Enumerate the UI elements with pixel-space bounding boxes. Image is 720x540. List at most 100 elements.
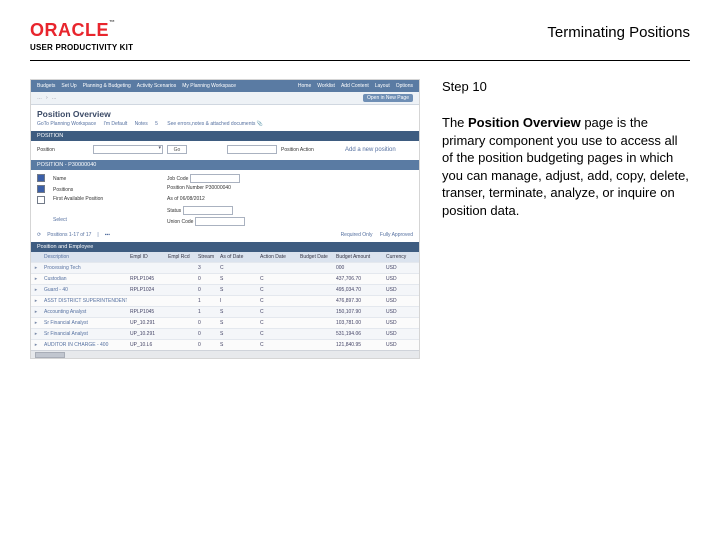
col-emplid[interactable]: Empl ID <box>127 254 165 260</box>
im-default-link[interactable]: I'm Default <box>104 121 128 127</box>
page-title: Position Overview <box>31 105 419 121</box>
nav-item[interactable]: Options <box>396 83 413 89</box>
cell: I <box>217 298 257 304</box>
table-row[interactable]: ▸Sr Financial AnalystUP_10.2910SC531,194… <box>31 328 419 339</box>
cell: ▸ <box>31 342 41 348</box>
table-header: Description Empl ID Empl Rcd Stream As o… <box>31 252 419 262</box>
cell: C <box>257 331 297 337</box>
cell: RPLP1045 <box>127 309 165 315</box>
brand-text: ORACLE <box>30 20 109 40</box>
go-button[interactable]: Go <box>167 145 187 154</box>
cell: UP_10.291 <box>127 320 165 326</box>
field-label: Status <box>167 208 181 214</box>
brand-block: ORACLE™ USER PRODUCTIVITY KIT <box>30 20 133 52</box>
asof-value: 06/08/2012 <box>180 196 205 202</box>
positions-select[interactable] <box>76 185 136 194</box>
nav-item[interactable]: My Planning Workspace <box>182 83 236 89</box>
table-row[interactable]: ▸Guard - 40RPLP10240SC495,034.70USD <box>31 284 419 295</box>
step-label: Step 10 <box>442 79 690 94</box>
nav-item[interactable]: Set Up <box>61 83 76 89</box>
cell: AUDITOR IN CHARGE - 400 <box>41 342 127 348</box>
cell: USD <box>383 320 419 326</box>
fully-approved-label: Fully Approved <box>380 232 413 238</box>
col-asof[interactable]: As of Date <box>217 254 257 260</box>
col-description[interactable]: Description <box>41 254 127 260</box>
field-label: Positions <box>53 187 73 193</box>
table-row[interactable]: ▸Sr Financial AnalystUP_10.2910SC103,781… <box>31 317 419 328</box>
cell <box>165 298 195 304</box>
open-new-page-button[interactable]: Open in New Page <box>363 94 413 102</box>
cell: ▸ <box>31 320 41 326</box>
step-description: The Position Overview page is the primar… <box>442 114 690 219</box>
cell: ▸ <box>31 309 41 315</box>
cell: 103,781.00 <box>333 320 383 326</box>
field-label: As of <box>167 196 178 202</box>
instruction-panel: Step 10 The Position Overview page is th… <box>442 79 690 359</box>
col-budgetdate[interactable]: Budget Date <box>297 254 333 260</box>
nav-item[interactable]: Budgets <box>37 83 55 89</box>
position-number-value: P30000040 <box>205 185 231 191</box>
cell: C <box>257 342 297 348</box>
jobcode-input[interactable] <box>190 174 240 183</box>
position-action-label: Position Action <box>281 147 341 153</box>
page-links: GoTo Planning Workspace I'm Default Note… <box>31 121 419 129</box>
oracle-logo: ORACLE™ <box>30 20 133 41</box>
cell: 1 <box>195 309 217 315</box>
nav-item[interactable]: Worklist <box>317 83 335 89</box>
add-new-position-link[interactable]: Add a new position <box>345 147 413 153</box>
nav-item[interactable]: Activity Scenarios <box>137 83 176 89</box>
col-stream[interactable]: Stream <box>195 254 217 260</box>
select-link[interactable]: Select <box>53 217 163 226</box>
table-body: ▸Processing Tech3C000USD▸CustodianRPLP10… <box>31 262 419 350</box>
col-actiondate[interactable]: Action Date <box>257 254 297 260</box>
cell: 0 <box>195 276 217 282</box>
table-row[interactable]: ▸Processing Tech3C000USD <box>31 262 419 273</box>
cell: 3 <box>195 265 217 271</box>
name-select[interactable] <box>69 174 129 183</box>
checkbox[interactable] <box>37 174 45 182</box>
unioncode-input[interactable] <box>195 217 245 226</box>
cell <box>257 265 297 271</box>
table-row[interactable]: ▸Accounting AnalystRPLP10451SC150,107.90… <box>31 306 419 317</box>
cell: 495,034.70 <box>333 287 383 293</box>
cell: USD <box>383 287 419 293</box>
table-row[interactable]: ▸CustodianRPLP10450SC437,706.70USD <box>31 273 419 284</box>
cell: RPLP1045 <box>127 276 165 282</box>
cell <box>297 276 333 282</box>
notes-link[interactable]: Notes <box>135 121 148 127</box>
nav-item[interactable]: Planning & Budgeting <box>83 83 131 89</box>
required-only-label: Required Only <box>341 232 373 238</box>
table-row[interactable]: ▸ASST DISTRICT SUPERINTENDENT1IC476,897.… <box>31 295 419 306</box>
cell <box>165 342 195 348</box>
nav-item[interactable]: Add Content <box>341 83 369 89</box>
cell: C <box>257 287 297 293</box>
col-emplrcd[interactable]: Empl Rcd <box>165 254 195 260</box>
cell <box>165 265 195 271</box>
notes-hint: See errors,notes & attached documents <box>167 121 255 127</box>
checkbox[interactable] <box>37 185 45 193</box>
cell: ASST DISTRICT SUPERINTENDENT <box>41 298 127 304</box>
col-currency[interactable]: Currency <box>383 254 419 260</box>
cell: USD <box>383 298 419 304</box>
checkbox[interactable] <box>37 196 45 204</box>
goto-workspace-link[interactable]: GoTo Planning Workspace <box>37 121 96 127</box>
scrollbar-thumb[interactable] <box>35 352 65 358</box>
table-row[interactable]: ▸AUDITOR IN CHARGE - 400UP_10.L60SC121,8… <box>31 339 419 350</box>
position-select[interactable] <box>93 145 163 154</box>
cell <box>165 276 195 282</box>
app-screenshot: Budgets Set Up Planning & Budgeting Acti… <box>30 79 420 359</box>
horizontal-scrollbar[interactable] <box>31 350 419 358</box>
nav-item[interactable]: Layout <box>375 83 390 89</box>
position-input-2[interactable] <box>227 145 277 154</box>
cell: Processing Tech <box>41 265 127 271</box>
col-budgetamt[interactable]: Budget Amount <box>333 254 383 260</box>
cell: ▸ <box>31 331 41 337</box>
cell: Guard - 40 <box>41 287 127 293</box>
nav-item[interactable]: Home <box>298 83 311 89</box>
cell: C <box>217 265 257 271</box>
cell: Sr Financial Analyst <box>41 320 127 326</box>
cell: USD <box>383 331 419 337</box>
cell <box>297 265 333 271</box>
status-input[interactable] <box>183 206 233 215</box>
attachment-icon[interactable]: 📎 <box>257 121 263 127</box>
